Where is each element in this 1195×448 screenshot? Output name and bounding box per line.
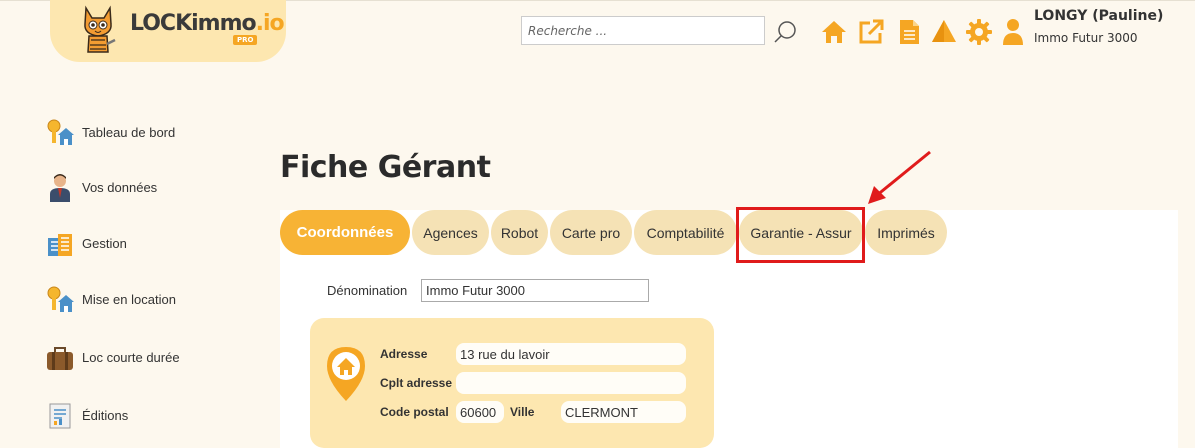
adresse-field[interactable]	[456, 343, 686, 365]
code-postal-field[interactable]	[456, 401, 504, 423]
tab-agences[interactable]: Agences	[412, 210, 489, 255]
sidebar-item-gestion[interactable]: Gestion	[46, 226, 127, 260]
code-postal-label: Code postal	[380, 405, 449, 419]
gear-icon[interactable]	[965, 18, 993, 46]
report-icon	[49, 403, 71, 429]
denomination-field[interactable]	[421, 279, 649, 302]
search-input[interactable]	[521, 16, 765, 45]
person-icon	[50, 174, 70, 202]
user-avatar-icon[interactable]	[1002, 18, 1024, 46]
user-organization: Immo Futur 3000	[1034, 31, 1138, 45]
keys-house-icon	[47, 286, 74, 312]
alert-icon[interactable]	[930, 18, 958, 46]
sidebar-item-label: Loc courte durée	[82, 349, 180, 365]
denomination-label: Dénomination	[327, 283, 408, 298]
ville-field[interactable]	[561, 401, 686, 423]
document-icon[interactable]	[895, 18, 923, 46]
suitcase-icon	[47, 347, 73, 370]
search-icon[interactable]	[773, 19, 799, 45]
tab-comptabilite[interactable]: Comptabilité	[634, 210, 737, 255]
sidebar-item-loc-courte-duree[interactable]: Loc courte durée	[46, 340, 180, 374]
sidebar-item-label: Mise en location	[82, 291, 176, 307]
building-icon	[48, 234, 72, 256]
sidebar-item-mise-en-location[interactable]: Mise en location	[46, 282, 176, 316]
sidebar-item-tableau-de-bord[interactable]: Tableau de bord	[46, 115, 175, 149]
annotation-arrow-icon	[868, 150, 931, 204]
tab-coordonnees[interactable]: Coordonnées	[280, 210, 410, 255]
page-title: Fiche Gérant	[280, 150, 491, 185]
sidebar-item-label: Gestion	[82, 235, 127, 251]
keys-house-icon	[47, 119, 74, 145]
home-icon[interactable]	[820, 18, 848, 46]
external-link-icon[interactable]	[857, 18, 885, 46]
location-pin-icon	[327, 347, 365, 401]
tab-imprimes[interactable]: Imprimés	[865, 210, 947, 255]
sidebar-item-vos-donnees[interactable]: Vos données	[46, 170, 157, 204]
sidebar-item-label: Tableau de bord	[82, 124, 176, 140]
sidebar-item-editions[interactable]: Éditions	[46, 398, 128, 432]
sidebar-item-label: Vos données	[82, 179, 158, 195]
pro-badge: PRO	[233, 35, 258, 45]
cplt-adresse-field[interactable]	[456, 372, 686, 394]
logo[interactable]: LOCKimmo.io PRO	[50, 0, 286, 62]
logo-wordmark: LOCKimmo.io	[130, 11, 285, 36]
user-name[interactable]: LONGY (Pauline)	[1034, 8, 1163, 24]
tab-robot[interactable]: Robot	[491, 210, 548, 255]
adresse-label: Adresse	[380, 347, 428, 361]
tab-carte-pro[interactable]: Carte pro	[550, 210, 632, 255]
highlight-box	[736, 207, 865, 263]
sidebar-item-label: Éditions	[82, 407, 129, 423]
ville-label: Ville	[510, 405, 535, 419]
cat-mascot-icon	[84, 5, 116, 53]
cplt-adresse-label: Cplt adresse	[380, 376, 453, 390]
